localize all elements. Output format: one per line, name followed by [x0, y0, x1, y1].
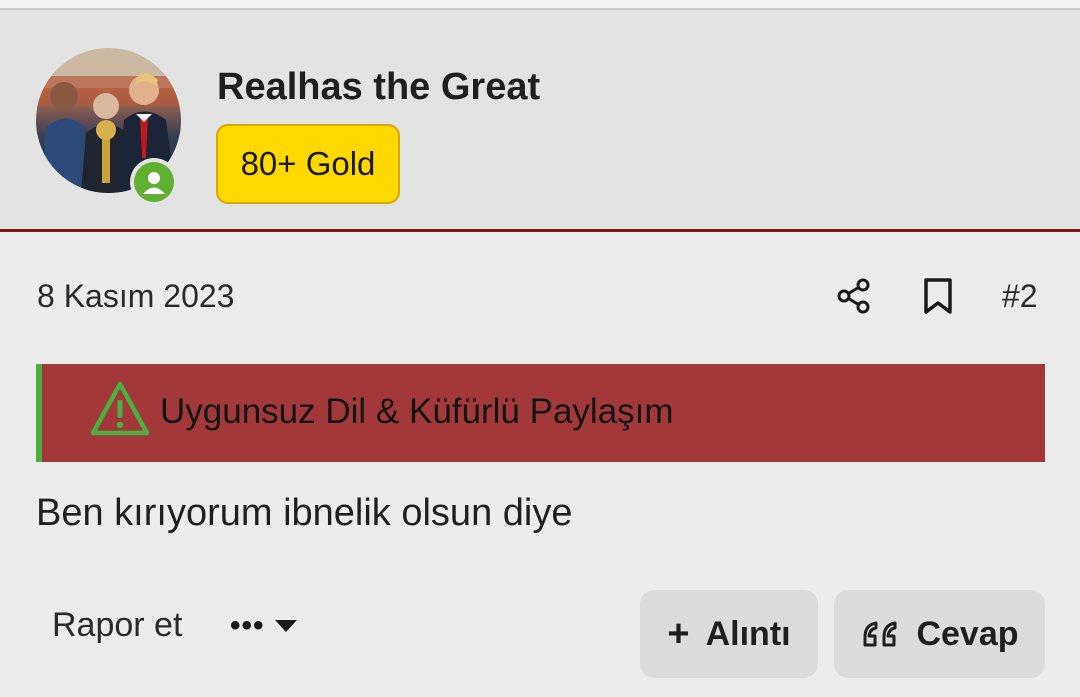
post-date[interactable]: 8 Kasım 2023 — [37, 278, 234, 315]
user-icon — [143, 172, 165, 194]
online-status-indicator — [130, 158, 178, 206]
report-link[interactable]: Rapor et — [52, 606, 182, 645]
quote-marks-icon — [863, 621, 897, 647]
reply-button[interactable]: Cevap — [834, 590, 1045, 678]
top-divider — [0, 0, 1080, 10]
plus-icon: + — [667, 612, 690, 655]
share-icon[interactable] — [834, 276, 874, 316]
warning-text: Uygunsuz Dil & Küfürlü Paylaşım — [160, 392, 674, 431]
more-actions-menu[interactable]: ••• — [230, 604, 310, 648]
reply-label: Cevap — [916, 614, 1019, 653]
author-name[interactable]: Realhas the Great — [217, 66, 540, 109]
post-number[interactable]: #2 — [1002, 278, 1038, 315]
quote-button[interactable]: + Alıntı — [640, 590, 818, 678]
warning-triangle-icon — [90, 381, 150, 436]
bookmark-icon[interactable] — [918, 276, 958, 316]
post-author-header: Realhas the Great 80+ Gold — [0, 10, 1080, 232]
user-rank-badge: 80+ Gold — [216, 124, 400, 204]
quote-label: Alıntı — [705, 614, 791, 653]
post-message: Ben kırıyorum ibnelik olsun diye — [36, 492, 573, 534]
chevron-down-icon — [274, 620, 297, 632]
more-dots-icon: ••• — [230, 609, 265, 642]
content-warning-banner: Uygunsuz Dil & Küfürlü Paylaşım — [36, 364, 1045, 462]
